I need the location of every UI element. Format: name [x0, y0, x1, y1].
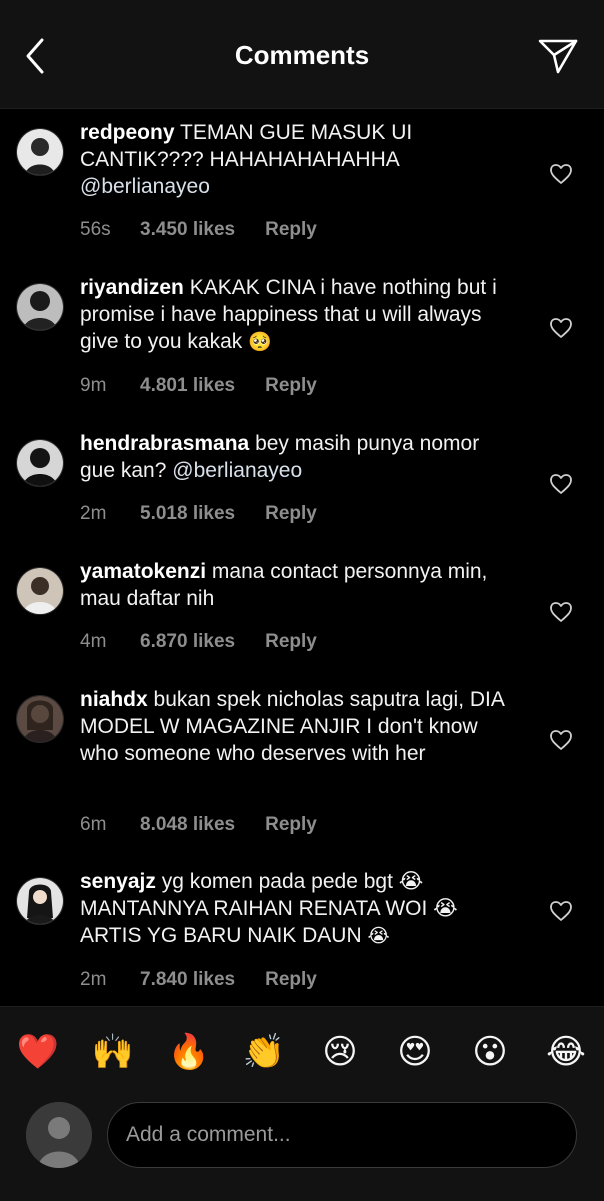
user-photo [17, 568, 63, 614]
like-button[interactable] [549, 900, 573, 922]
avatar[interactable] [16, 439, 64, 487]
heart-eyes-emoji-button[interactable]: 😍 [392, 1029, 438, 1075]
reply-button[interactable]: Reply [265, 814, 317, 836]
comment-item: senyajz yg komen pada pede bgt 😭 MANTANN… [0, 870, 604, 1006]
heart-outline-icon [550, 730, 572, 750]
user-photo [17, 129, 63, 175]
heart-outline-icon [550, 318, 572, 338]
comment-time: 6m [80, 814, 107, 835]
user-photo [17, 878, 63, 924]
default-user-icon [26, 1102, 92, 1168]
user-photo [17, 696, 63, 742]
like-button[interactable] [549, 601, 573, 623]
comment-item: riyandizen KAKAK CINA i have nothing but… [0, 276, 604, 413]
comment-text: yamatokenzi mana contact personnya min, … [80, 558, 520, 612]
avatar[interactable] [16, 567, 64, 615]
comment-meta: 6m 8.048 likes Reply [80, 814, 317, 836]
comment-item: redpeony TEMAN GUE MASUK UI CANTIK???? H… [0, 121, 604, 258]
reply-button[interactable]: Reply [265, 503, 317, 525]
avatar[interactable] [16, 695, 64, 743]
comment-time: 56s [80, 219, 111, 240]
surprised-face-emoji-button[interactable]: 😮 [467, 1029, 513, 1075]
clapping-hands-emoji-button[interactable]: 👏 [241, 1029, 287, 1075]
fire-emoji-button[interactable]: 🔥 [166, 1029, 212, 1075]
like-button[interactable] [549, 729, 573, 751]
send-direct-button[interactable] [536, 36, 580, 76]
comment-meta: 56s 3.450 likes Reply [80, 219, 317, 241]
avatar[interactable] [16, 283, 64, 331]
comment-likes[interactable]: 8.048 likes [140, 814, 235, 836]
reply-button[interactable]: Reply [265, 375, 317, 397]
like-button[interactable] [549, 317, 573, 339]
like-button[interactable] [549, 473, 573, 495]
comment-time: 2m [80, 503, 107, 524]
comment-username[interactable]: niahdx [80, 688, 148, 711]
like-button[interactable] [549, 163, 573, 185]
tears-of-joy-emoji-button[interactable]: 😂 [543, 1029, 589, 1075]
comment-meta: 2m 7.840 likes Reply [80, 969, 317, 991]
page-title: Comments [234, 40, 370, 70]
avatar[interactable] [16, 128, 64, 176]
avatar[interactable] [16, 877, 64, 925]
comment-text: senyajz yg komen pada pede bgt 😭 MANTANN… [80, 868, 520, 950]
paper-plane-icon [538, 39, 578, 74]
heart-outline-icon [550, 164, 572, 184]
comment-composer: ❤️ 🙌 🔥 👏 😢 😍 😮 😂 [0, 1006, 604, 1201]
comment-likes[interactable]: 5.018 likes [140, 503, 235, 525]
red-heart-emoji-button[interactable]: ❤️ [15, 1029, 61, 1075]
heart-outline-icon [550, 474, 572, 494]
comment-username[interactable]: riyandizen [80, 276, 184, 299]
comment-likes[interactable]: 3.450 likes [140, 219, 235, 241]
comment-likes[interactable]: 4.801 likes [140, 375, 235, 397]
crying-face-emoji-button[interactable]: 😢 [317, 1029, 363, 1075]
user-photo [17, 440, 63, 486]
comment-username[interactable]: yamatokenzi [80, 560, 206, 583]
comment-mention[interactable]: @berlianayeo [80, 175, 210, 198]
comment-likes[interactable]: 6.870 likes [140, 631, 235, 653]
comment-time: 9m [80, 375, 107, 396]
loudly-crying-emoji: 😭 [367, 926, 390, 947]
comment-likes[interactable]: 7.840 likes [140, 969, 235, 991]
comment-time: 4m [80, 631, 107, 652]
current-user-avatar [26, 1102, 92, 1168]
comment-meta: 4m 6.870 likes Reply [80, 631, 317, 653]
comment-item: yamatokenzi mana contact personnya min, … [0, 560, 604, 677]
comment-input[interactable] [107, 1102, 577, 1168]
comment-username[interactable]: hendrabrasmana [80, 432, 249, 455]
comment-list[interactable]: redpeony TEMAN GUE MASUK UI CANTIK???? H… [0, 108, 604, 1006]
heart-outline-icon [550, 901, 572, 921]
user-photo [17, 284, 63, 330]
reply-button[interactable]: Reply [265, 969, 317, 991]
comment-item: niahdx bukan spek nicholas saputra lagi,… [0, 688, 604, 855]
pleading-face-emoji: 🥺 [248, 332, 272, 353]
top-bar: Comments [0, 0, 604, 109]
quick-reaction-bar: ❤️ 🙌 🔥 👏 😢 😍 😮 😂 [0, 1029, 604, 1079]
comment-mention[interactable]: @berlianayeo [172, 459, 302, 482]
raising-hands-emoji-button[interactable]: 🙌 [90, 1029, 136, 1075]
comment-time: 2m [80, 969, 107, 990]
reply-button[interactable]: Reply [265, 631, 317, 653]
comment-meta: 9m 4.801 likes Reply [80, 375, 317, 397]
comment-item: hendrabrasmana bey masih punya nomor gue… [0, 432, 604, 549]
comment-meta: 2m 5.018 likes Reply [80, 503, 317, 525]
comment-text: hendrabrasmana bey masih punya nomor gue… [80, 430, 520, 484]
comment-username[interactable]: senyajz [80, 870, 156, 893]
comment-username[interactable]: redpeony [80, 121, 175, 144]
comment-text: riyandizen KAKAK CINA i have nothing but… [80, 274, 520, 356]
reply-button[interactable]: Reply [265, 219, 317, 241]
comment-text: niahdx bukan spek nicholas saputra lagi,… [80, 686, 520, 767]
heart-outline-icon [550, 602, 572, 622]
comment-text: redpeony TEMAN GUE MASUK UI CANTIK???? H… [80, 119, 520, 200]
